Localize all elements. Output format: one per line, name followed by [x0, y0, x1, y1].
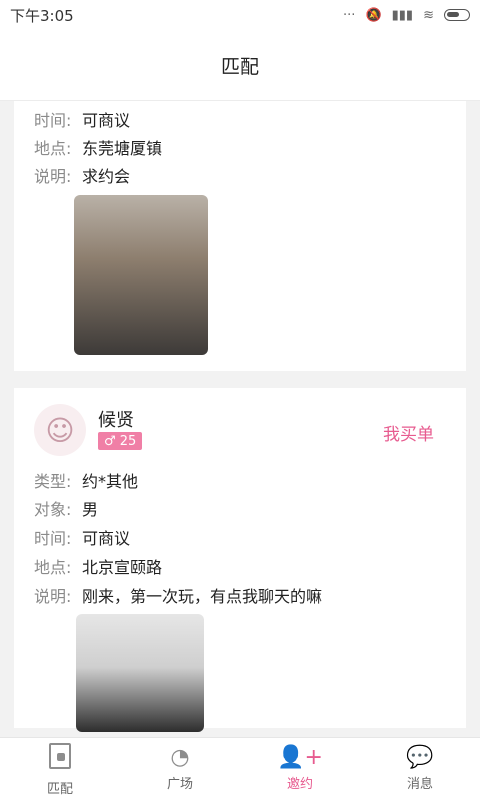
row-location: 地点: 东莞塘厦镇 — [34, 139, 163, 158]
signal-icon: ▮▮▮ — [391, 7, 414, 23]
dots-icon: ··· — [343, 7, 356, 23]
row-description: 说明: 求约会 — [34, 167, 131, 186]
tab-invite[interactable]: 👤+ 邀约 — [240, 738, 360, 801]
add-user-icon: 👤+ — [277, 745, 323, 770]
mute-icon: 🔕 — [365, 7, 382, 23]
bottom-tab-bar: 匹配 ◔ 广场 👤+ 邀约 💬 消息 — [0, 737, 480, 801]
feed-content[interactable]: 时间: 可商议 地点: 东莞塘厦镇 说明: 求约会 ☺ 候贤 ♂ 25 我买单 … — [0, 101, 480, 737]
row-target: 对象: 男 — [34, 500, 99, 519]
message-icon: 💬 — [406, 745, 434, 770]
post-photo[interactable] — [74, 195, 208, 355]
tab-square[interactable]: ◔ 广场 — [120, 738, 240, 801]
gender-age-badge: ♂ 25 — [98, 432, 143, 450]
row-description: 说明: 刚来，第一次玩，有点我聊天的嘛 — [34, 587, 323, 606]
invitation-card[interactable]: 时间: 可商议 地点: 东莞塘厦镇 说明: 求约会 — [14, 101, 466, 371]
row-time: 时间: 可商议 — [34, 111, 131, 130]
post-photo[interactable] — [76, 614, 204, 732]
page-title: 匹配 — [220, 55, 259, 78]
chat-bubble-icon: ◔ — [170, 745, 190, 770]
status-icons: ··· 🔕 ▮▮▮ ≋ — [343, 8, 470, 23]
username: 候贤 — [98, 410, 134, 431]
tab-match[interactable]: 匹配 — [0, 738, 120, 801]
top-title-bar: 匹配 — [0, 30, 480, 101]
row-type: 类型: 约*其他 — [34, 472, 139, 491]
row-time: 时间: 可商议 — [34, 529, 131, 548]
invitation-card[interactable]: ☺ 候贤 ♂ 25 我买单 类型: 约*其他 对象: 男 时间: 可商议 地点:… — [14, 388, 466, 732]
i-pay-button[interactable]: 我买单 — [383, 420, 434, 445]
battery-icon — [444, 9, 470, 21]
avatar[interactable]: ☺ — [34, 404, 86, 456]
status-bar: 下午3:05 ··· 🔕 ▮▮▮ ≋ — [0, 0, 480, 30]
tab-messages[interactable]: 💬 消息 — [360, 738, 480, 801]
row-location: 地点: 北京宣颐路 — [34, 558, 163, 577]
status-time: 下午3:05 — [10, 6, 74, 25]
wifi-icon: ≋ — [423, 7, 434, 23]
match-icon — [49, 742, 71, 774]
